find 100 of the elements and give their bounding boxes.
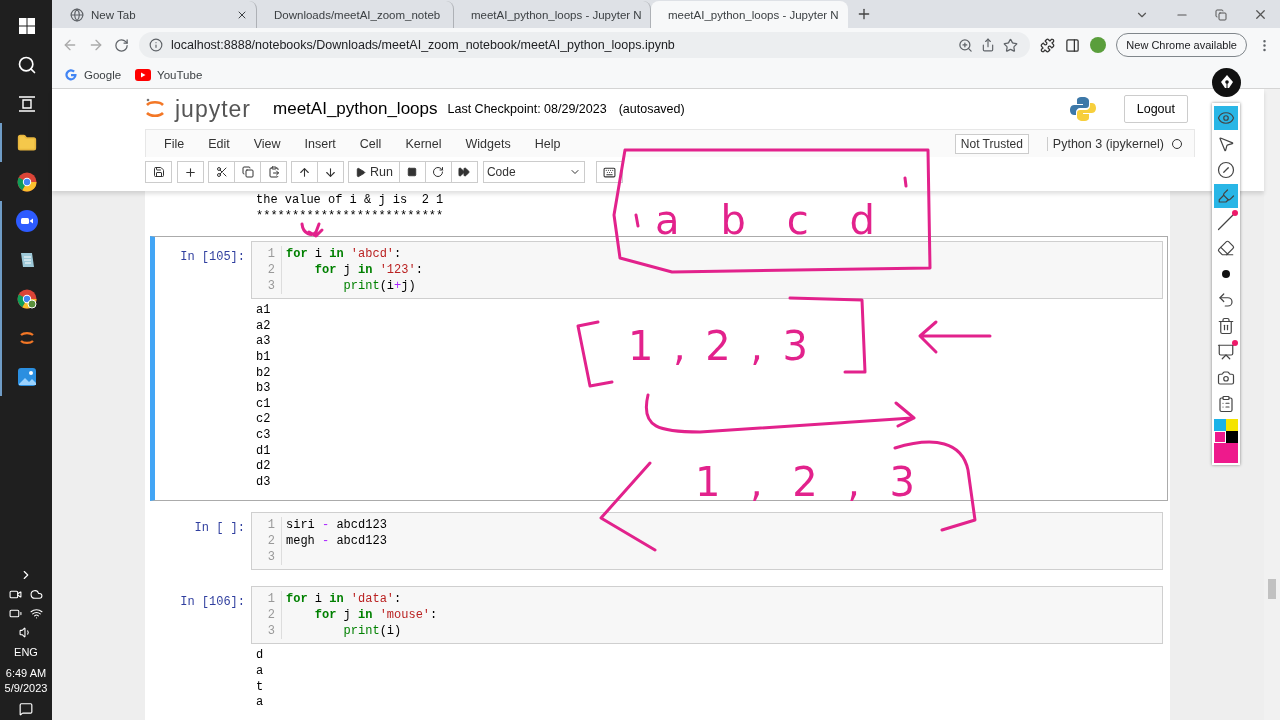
notebook-cell[interactable]: In [ ]: 1 2 3 siri - abcd123 megh - abcd123 (150, 507, 1168, 576)
menu-item[interactable]: Edit (196, 136, 242, 151)
windows-icon[interactable] (19, 17, 35, 34)
output-line: a (256, 695, 264, 711)
cut-button[interactable] (208, 161, 235, 183)
line-number: 3 (267, 278, 275, 295)
keyboard-icon (602, 165, 616, 179)
notification-icon[interactable] (19, 702, 33, 716)
scrollbar[interactable] (1264, 89, 1280, 720)
share-icon[interactable] (981, 38, 996, 52)
kernel-name[interactable]: Python 3 (ipykernel) (1046, 136, 1164, 151)
menu-item[interactable]: Cell (347, 136, 394, 151)
task-view-icon[interactable] (18, 95, 36, 112)
fast-forward-icon (458, 166, 471, 178)
search-icon[interactable] (17, 54, 37, 75)
cell-prompt: In [105]: (179, 249, 246, 265)
output-line: ************************** (256, 208, 444, 225)
reload-icon[interactable] (114, 37, 129, 53)
restart-icon (432, 166, 445, 178)
code-editor[interactable]: 1 2 3 for i in 'data': for j in 'mouse': print(i) (251, 586, 1163, 645)
copy-icon (241, 166, 254, 178)
code-line: print(i+j) (342, 278, 416, 295)
plus-icon (184, 165, 197, 179)
line-number: 1 (267, 591, 275, 608)
menu-item[interactable]: File (152, 136, 197, 151)
menu-item[interactable]: Help (522, 136, 573, 151)
keyboard-button[interactable] (595, 161, 623, 183)
current-color (1214, 443, 1238, 463)
save-icon (152, 166, 165, 178)
code-line: siri - abcd123 (286, 517, 387, 534)
cell-type-select[interactable]: Code (482, 161, 585, 183)
star-icon[interactable] (1003, 37, 1019, 53)
bookmark-link[interactable]: YouTube (135, 69, 203, 81)
move-up-button[interactable] (291, 161, 318, 183)
browser-icon[interactable] (17, 288, 37, 309)
zoom-icon[interactable] (958, 37, 974, 53)
dot-icon[interactable] (1222, 270, 1230, 278)
restart-button[interactable] (424, 161, 452, 183)
avatar-icon[interactable] (1090, 37, 1107, 53)
handwritten-note: 1 , 2 , 3 (695, 459, 915, 505)
menu-item[interactable]: Insert (292, 136, 348, 151)
close-icon[interactable] (1253, 7, 1268, 22)
add-cell-button[interactable] (177, 161, 204, 183)
output-line: a1 (256, 303, 271, 319)
globe-icon (70, 7, 84, 22)
extensions-icon[interactable] (1040, 37, 1056, 53)
line-number: 1 (267, 517, 275, 534)
logout-button[interactable]: Logout (1123, 95, 1188, 123)
wifi-icon[interactable] (30, 607, 43, 621)
update-button[interactable]: New Chrome available (1116, 33, 1247, 57)
side-panel-icon[interactable] (1065, 37, 1081, 53)
play-icon (135, 69, 152, 81)
color-swatch[interactable] (1226, 431, 1238, 443)
folder-icon[interactable] (17, 132, 37, 153)
paste-button[interactable] (260, 161, 287, 183)
output-line: a2 (256, 318, 271, 335)
menu-item[interactable]: Kernel (393, 136, 454, 151)
cloud-icon[interactable] (30, 588, 43, 602)
notebook-title[interactable]: meetAI_python_loops (273, 99, 438, 119)
arrow-down-icon (324, 165, 337, 179)
move-down-button[interactable] (317, 161, 344, 183)
menu-item[interactable]: Widgets (453, 136, 523, 151)
photos-icon[interactable] (17, 366, 37, 387)
line-number: 2 (267, 607, 275, 624)
address-field[interactable]: localhost:8888/notebooks/Downloads/meetAI_zoom_notebook/meetAI_python_loops.ipynb (139, 32, 1031, 58)
stop-button[interactable] (398, 161, 426, 183)
cell-prompt: In [ ]: (193, 520, 246, 536)
browser-icon[interactable] (17, 171, 37, 192)
scrollbar-thumb[interactable] (1268, 579, 1276, 599)
video-call-icon[interactable] (16, 209, 38, 232)
trust-button[interactable]: Not Trusted (954, 133, 1029, 154)
code-line: for i in 'data': (286, 591, 402, 608)
clock-time[interactable]: 6:49 AM (4, 666, 48, 682)
ink-bracket (576, 320, 614, 388)
code-line: for j in '123': (313, 262, 423, 279)
stop-icon (407, 167, 418, 177)
color-swatch[interactable] (1214, 419, 1226, 431)
browser-tab[interactable]: meetAI_python_loops - Jupyter N (651, 1, 848, 28)
new-tab-icon[interactable] (856, 6, 872, 22)
output-line: c3 (256, 427, 271, 444)
output-line: d2 (256, 459, 271, 475)
play-icon (355, 166, 366, 178)
run-button[interactable]: Run (348, 161, 400, 183)
restore-icon[interactable] (1215, 8, 1227, 21)
info-icon[interactable] (149, 38, 163, 52)
notebook-cell[interactable]: In [106]: 1 2 3 for i in 'data': for j in 'mouse': print(i) d a t a (150, 581, 1168, 720)
save-button[interactable] (145, 161, 172, 183)
output-line: d3 (256, 474, 271, 491)
menu-item[interactable]: View (241, 136, 293, 151)
color-swatch[interactable] (1226, 419, 1238, 431)
output-line: c2 (256, 412, 271, 428)
language-indicator[interactable]: ENG (14, 645, 38, 661)
paste-icon (267, 166, 280, 178)
code-editor[interactable]: 1 2 3 siri - abcd123 megh - abcd123 (251, 512, 1163, 571)
bookmark-link[interactable]: Google (64, 68, 122, 82)
code-editor[interactable]: 1 2 3 for i in 'abcd': for j in '123': print(i+j) (251, 241, 1163, 300)
clock-date[interactable]: 5/9/2023 (4, 681, 48, 696)
logo-text: jupyter (175, 95, 252, 123)
color-swatch[interactable] (1214, 431, 1226, 443)
run-all-button[interactable] (450, 161, 478, 183)
